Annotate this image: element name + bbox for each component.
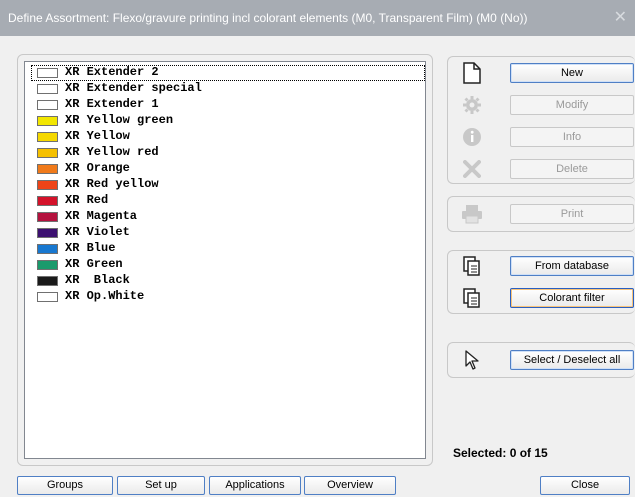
list-item[interactable]: XR Extender special [31, 81, 425, 97]
cursor-arrow-icon [456, 346, 488, 374]
list-item[interactable]: XR Red [31, 193, 425, 209]
list-item[interactable]: XR Red yellow [31, 177, 425, 193]
list-item-label: XR Extender 2 [65, 65, 159, 79]
list-item[interactable]: XR Yellow [31, 129, 425, 145]
import-group: From database Colorant filter [447, 250, 635, 314]
color-swatch [37, 260, 58, 270]
colorant-filter-button[interactable]: Colorant filter [510, 288, 634, 308]
color-swatch [37, 148, 58, 158]
list-item[interactable]: XR Blue [31, 241, 425, 257]
gear-icon [456, 91, 488, 119]
list-item-label: XR Blue [65, 241, 116, 255]
list-item[interactable]: XR Extender 1 [31, 97, 425, 113]
colorant-listbox[interactable]: XR Extender 2 XR Extender special XR Exten… [24, 61, 426, 459]
color-swatch [37, 212, 58, 222]
color-swatch [37, 84, 58, 94]
color-swatch [37, 164, 58, 174]
color-swatch [37, 68, 58, 78]
selected-count-label: Selected: 0 of 15 [453, 446, 548, 460]
list-item[interactable]: XR Black [31, 273, 425, 289]
color-swatch [37, 180, 58, 190]
color-swatch [37, 228, 58, 238]
color-swatch [37, 276, 58, 286]
list-item-label: XR Op.White [65, 289, 145, 303]
applications-button[interactable]: Applications [209, 476, 301, 495]
color-swatch [37, 244, 58, 254]
close-window-icon[interactable]: ✕ [614, 0, 627, 36]
close-button[interactable]: Close [540, 476, 630, 495]
copy-pages-icon [456, 284, 488, 312]
window-titlebar: Define Assortment: Flexo/gravure printin… [0, 0, 635, 36]
list-item[interactable]: XR Yellow red [31, 145, 425, 161]
list-item-label: XR Orange [65, 161, 130, 175]
info-icon [456, 123, 488, 151]
list-item-label: XR Yellow [65, 129, 130, 143]
list-item[interactable]: XR Extender 2 [31, 65, 425, 81]
selection-group: Select / Deselect all [447, 342, 635, 378]
list-item-label: XR Extender 1 [65, 97, 159, 111]
delete-button[interactable]: Delete [510, 159, 634, 179]
list-item-label: XR Extender special [65, 81, 202, 95]
list-item[interactable]: XR Orange [31, 161, 425, 177]
edit-actions-group: New Modify Info Delete [447, 56, 635, 184]
list-item-label: XR Yellow green [65, 113, 174, 127]
print-button[interactable]: Print [510, 204, 634, 224]
list-item-label: XR Red yellow [65, 177, 159, 191]
modify-button[interactable]: Modify [510, 95, 634, 115]
info-button[interactable]: Info [510, 127, 634, 147]
list-item-label: XR Green [65, 257, 123, 271]
select-deselect-all-button[interactable]: Select / Deselect all [510, 350, 634, 370]
copy-pages-icon [456, 252, 488, 280]
color-swatch [37, 196, 58, 206]
list-item[interactable]: XR Op.White [31, 289, 425, 305]
groups-button[interactable]: Groups [17, 476, 113, 495]
color-swatch [37, 100, 58, 110]
list-item[interactable]: XR Violet [31, 225, 425, 241]
new-button[interactable]: New [510, 63, 634, 83]
list-item-label: XR Yellow red [65, 145, 159, 159]
from-database-button[interactable]: From database [510, 256, 634, 276]
print-group: Print [447, 196, 635, 232]
list-item[interactable]: XR Yellow green [31, 113, 425, 129]
printer-icon [456, 200, 488, 228]
overview-button[interactable]: Overview [304, 476, 396, 495]
color-swatch [37, 132, 58, 142]
list-item[interactable]: XR Green [31, 257, 425, 273]
color-swatch [37, 116, 58, 126]
setup-button[interactable]: Set up [117, 476, 205, 495]
list-item-label: XR Violet [65, 225, 130, 239]
color-swatch [37, 292, 58, 302]
colorant-list-group: XR Extender 2 XR Extender special XR Exten… [17, 54, 433, 466]
new-document-icon [456, 59, 488, 87]
list-item-label: XR Red [65, 193, 109, 207]
window-title: Define Assortment: Flexo/gravure printin… [8, 11, 528, 25]
list-item-label: XR Black [65, 273, 130, 287]
list-item-label: XR Magenta [65, 209, 138, 223]
delete-x-icon [456, 155, 488, 183]
list-item[interactable]: XR Magenta [31, 209, 425, 225]
